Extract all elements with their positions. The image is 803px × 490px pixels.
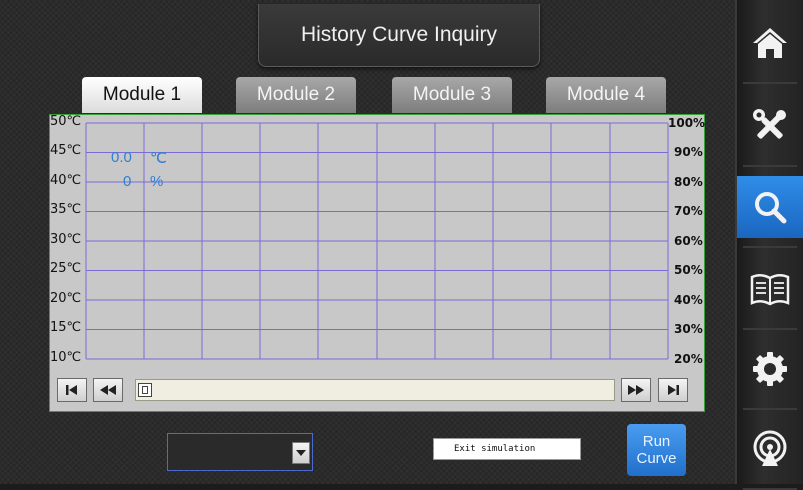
page-title: History Curve Inquiry — [258, 4, 540, 67]
curve-select[interactable] — [167, 433, 313, 471]
y-tick-left: 40℃ — [50, 173, 82, 188]
temperature-readout: 0.0 — [111, 149, 132, 166]
page-title-text: History Curve Inquiry — [300, 23, 498, 46]
y-tick-right: 20% — [674, 352, 703, 366]
run-curve-button[interactable]: Run Curve — [627, 424, 686, 476]
chevron-down-icon[interactable] — [292, 442, 310, 464]
signal-icon — [753, 430, 787, 466]
scroll-thumb[interactable] — [138, 383, 152, 397]
tab-module-3[interactable]: Module 3 — [392, 77, 512, 113]
y-tick-right: 100% — [668, 116, 706, 130]
exit-simulation-button[interactable]: Exit simulation — [433, 438, 581, 460]
humidity-readout: 0 — [123, 173, 132, 190]
run-label-line2: Curve — [636, 450, 677, 467]
y-tick-left: 45℃ — [50, 143, 82, 158]
y-tick-right: 90% — [674, 145, 703, 159]
sidebar-nav — [735, 0, 803, 490]
exit-simulation-label: Exit simulation — [454, 444, 536, 454]
sidebar-item-tools[interactable] — [737, 95, 803, 167]
tab-module-4[interactable]: Module 4 — [546, 77, 666, 113]
y-tick-left: 35℃ — [50, 202, 82, 217]
y-tick-right: 60% — [674, 234, 703, 248]
y-tick-left: 30℃ — [50, 232, 82, 247]
y-tick-right: 30% — [674, 322, 703, 336]
scroll-first-button[interactable] — [57, 378, 87, 402]
search-icon — [755, 192, 787, 224]
y-tick-right: 50% — [674, 263, 703, 277]
scroll-back-button[interactable] — [93, 378, 123, 402]
tab-module-2[interactable]: Module 2 — [236, 77, 356, 113]
y-tick-right: 40% — [674, 293, 703, 307]
sidebar-item-manual[interactable] — [737, 258, 803, 330]
tab-label: Module 2 — [256, 84, 336, 105]
home-icon — [753, 28, 787, 58]
temperature-unit: ℃ — [150, 150, 167, 167]
tab-label: Module 4 — [566, 84, 646, 105]
scroll-track[interactable] — [135, 379, 615, 401]
gear-icon — [753, 352, 787, 386]
sidebar-item-search[interactable] — [737, 176, 803, 248]
sidebar-item-home[interactable] — [737, 12, 803, 84]
book-icon — [750, 274, 790, 306]
y-tick-left: 15℃ — [50, 320, 82, 335]
y-tick-left: 25℃ — [50, 261, 82, 276]
tab-label: Module 3 — [412, 84, 492, 105]
tab-module-1[interactable]: Module 1 — [82, 77, 202, 113]
history-chart: 50℃ 45℃ 40℃ 35℃ 30℃ 25℃ 20℃ 15℃ 10℃ 100%… — [49, 114, 705, 412]
skip-last-icon — [668, 385, 679, 395]
fast-forward-icon — [628, 385, 644, 395]
y-tick-left: 10℃ — [50, 350, 82, 365]
skip-first-icon — [66, 385, 77, 395]
tab-label: Module 1 — [102, 84, 182, 105]
y-tick-right: 70% — [674, 204, 703, 218]
rewind-icon — [100, 385, 116, 395]
scroll-forward-button[interactable] — [621, 378, 651, 402]
sidebar-item-connection[interactable] — [737, 418, 803, 490]
y-tick-right: 80% — [674, 175, 703, 189]
tools-icon — [753, 109, 786, 139]
chart-scrollbar — [57, 378, 702, 404]
y-tick-left: 50℃ — [50, 114, 82, 129]
y-tick-left: 20℃ — [50, 291, 82, 306]
sidebar-item-settings[interactable] — [737, 338, 803, 410]
chart-grid — [85, 122, 669, 360]
humidity-unit: % — [150, 173, 164, 190]
scroll-last-button[interactable] — [658, 378, 688, 402]
run-label-line1: Run — [642, 433, 671, 450]
